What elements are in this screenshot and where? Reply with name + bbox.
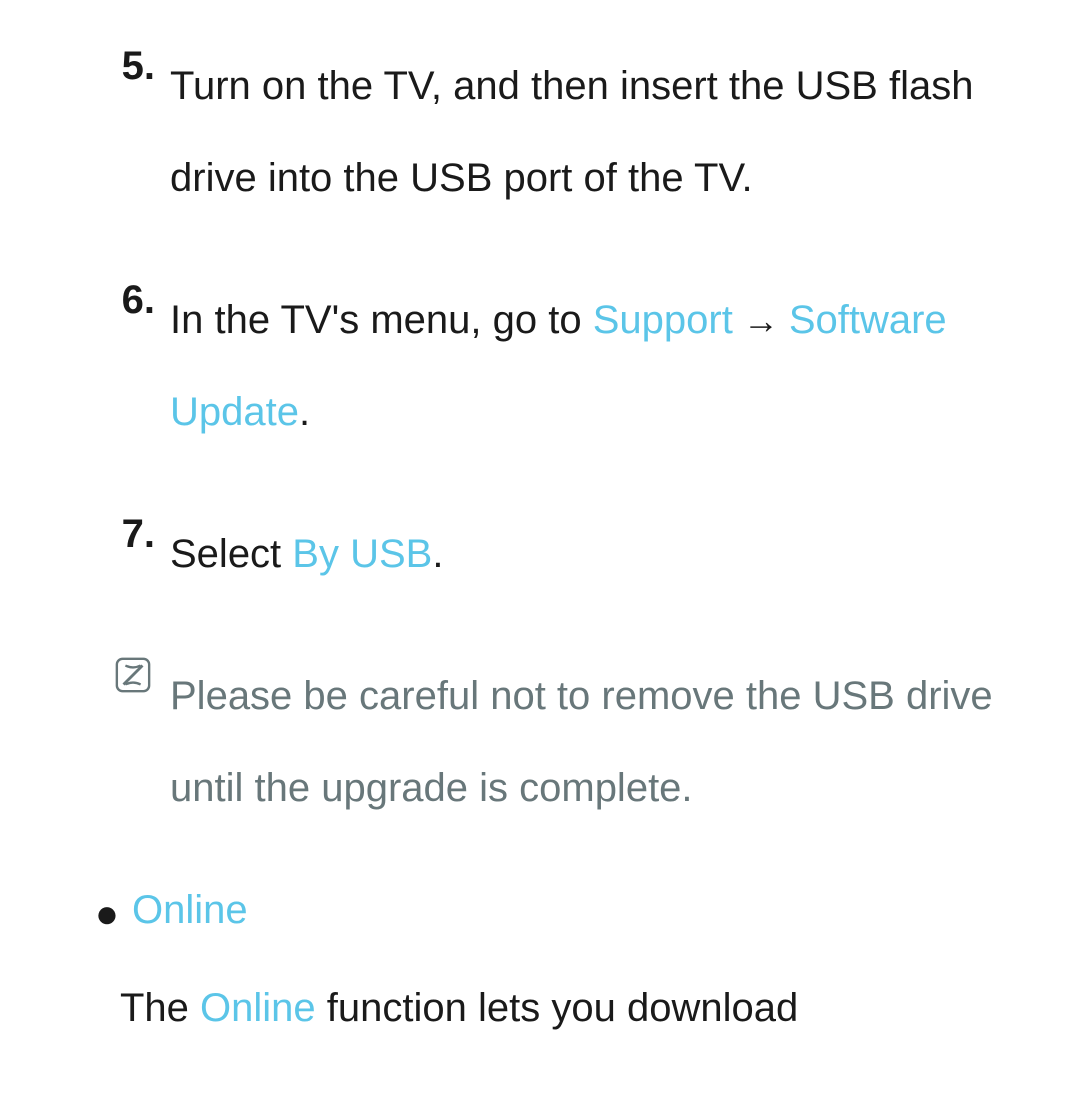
step-number: 5.	[110, 40, 170, 92]
para-suffix: function lets you download	[316, 986, 799, 1030]
paragraph: The Online function lets you download	[120, 982, 1040, 1034]
note: Please be careful not to remove the USB …	[110, 650, 1040, 834]
step-text: Select By USB.	[170, 508, 1040, 600]
arrow-icon: →	[733, 300, 789, 341]
step-text: Turn on the TV, and then insert the USB …	[170, 40, 1040, 224]
note-text: Please be careful not to remove the USB …	[170, 650, 1040, 834]
para-prefix: The	[120, 986, 200, 1030]
bullet-label: Online	[132, 884, 248, 936]
step-text: In the TV's menu, go to Support → Softwa…	[170, 274, 1040, 458]
text-suffix: .	[432, 532, 443, 576]
step-number: 6.	[110, 274, 170, 326]
link-online: Online	[200, 986, 316, 1030]
bullet-icon: ●	[82, 884, 132, 940]
text-suffix: .	[299, 390, 310, 434]
step-number: 7.	[110, 508, 170, 560]
menu-link-by-usb: By USB	[292, 532, 432, 576]
bullet-online: ● Online	[82, 884, 1040, 940]
step-7: 7. Select By USB.	[40, 508, 1040, 600]
note-icon	[110, 650, 170, 699]
text-prefix: Select	[170, 532, 292, 576]
step-5: 5. Turn on the TV, and then insert the U…	[40, 40, 1040, 224]
menu-link-support: Support	[593, 298, 733, 342]
step-6: 6. In the TV's menu, go to Support → Sof…	[40, 274, 1040, 458]
text-prefix: In the TV's menu, go to	[170, 298, 593, 342]
